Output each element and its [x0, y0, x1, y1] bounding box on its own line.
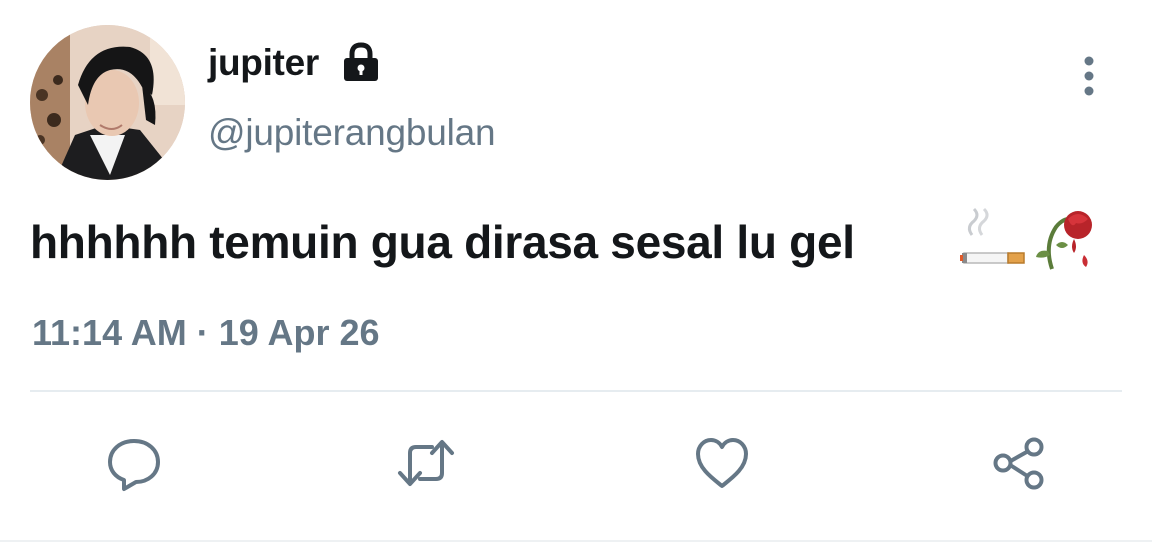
more-vertical-icon[interactable] [1072, 54, 1106, 98]
tweet-timestamp[interactable]: 11:14 AM · 19 Apr 26 [32, 315, 380, 351]
share-icon [993, 437, 1044, 490]
tweet-text: hhhhhh temuin gua dirasa sesal lu gel [30, 216, 855, 268]
user-handle[interactable]: @jupiterangbulan [208, 114, 496, 151]
retweet-icon [398, 440, 454, 486]
reply-icon [108, 439, 160, 491]
lock-icon [340, 41, 382, 83]
bottom-divider [0, 540, 1152, 542]
tweet-date: 19 Apr 26 [218, 312, 380, 353]
retweet-button[interactable] [396, 433, 456, 493]
wilted-flower-emoji [1030, 205, 1100, 271]
like-button[interactable] [692, 433, 752, 493]
divider [30, 390, 1122, 392]
heart-icon [696, 438, 748, 488]
tweet-card: jupiter @jupiterangbulan hhhhhh temuin g… [0, 0, 1152, 555]
reply-button[interactable] [104, 433, 164, 493]
tweet-time: 11:14 AM [32, 312, 187, 353]
display-name[interactable]: jupiter [208, 44, 319, 81]
separator-dot: · [196, 312, 209, 353]
share-button[interactable] [988, 433, 1048, 493]
avatar[interactable] [30, 25, 185, 180]
